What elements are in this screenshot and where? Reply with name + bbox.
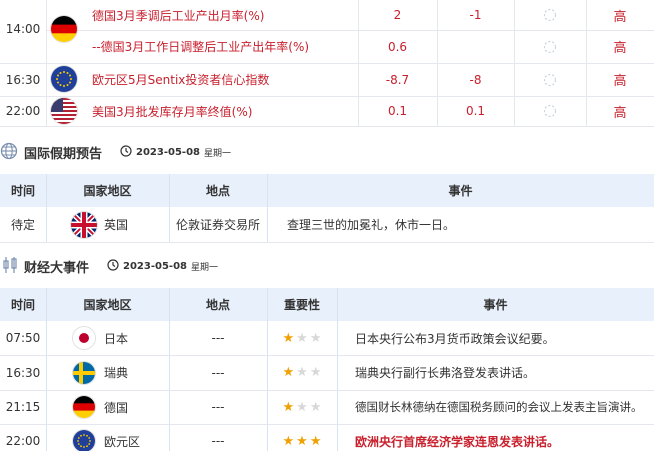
section-title: 财经大事件 [24,260,90,276]
star-empty-icon: ★ [309,365,322,380]
event-time: 22:00 [5,104,41,118]
column-header-time: 时间 [10,184,35,198]
column-header-place: 地点 [205,184,230,198]
importance-stars: ★ ★ ★ [267,390,337,424]
star-filled-icon: ★ [282,365,295,380]
event-time: 16:30 [5,72,41,87]
holiday-time: 待定 [10,218,35,232]
clock-icon [120,144,132,160]
importance-level: 高 [613,74,627,89]
events-section-header: 财经大事件 2023-05-08 星期一 [0,254,654,278]
star-filled-icon: ★ [282,399,295,415]
actual-value: 2 [393,8,402,22]
event-place: --- [211,365,225,380]
column-header-event: 事件 [448,184,473,198]
uk-flag-icon [71,212,97,238]
holiday-table-header: 时间 国家地区 地点 事件 [0,174,654,207]
event-region: 欧元区 [104,434,141,449]
event-time: 21:15 [5,400,41,414]
star-empty-icon: ★ [309,399,322,415]
section-weekday: 星期一 [190,262,218,273]
section-date: 2023-05-08 [136,146,200,158]
holiday-event: 查理三世的加冕礼，休市一日。 [287,218,456,232]
section-title: 国际假期预告 [24,146,103,162]
loading-spinner-icon [514,63,586,96]
indicator-title[interactable]: 德国3月季调后工业产出月率(%) [92,0,264,30]
actual-value: 0.6 [387,39,408,54]
event-time: 07:50 [5,331,41,345]
indicator-title[interactable]: 美国3月批发库存月率终值(%) [92,96,252,126]
loading-spinner-icon [514,0,586,30]
event-region: 德国 [104,400,129,415]
column-header-time: 时间 [10,298,35,312]
japan-flag-icon [73,327,95,349]
event-description: 欧洲央行首席经济学家连恩发表讲话。 [355,434,560,449]
event-region: 日本 [104,331,129,346]
column-header-place: 地点 [205,298,230,312]
star-filled-icon: ★ [296,433,308,449]
event-place: --- [211,434,225,448]
event-time: 16:30 [5,365,41,380]
eu-flag-icon [51,66,77,92]
star-filled-icon: ★ [309,433,322,449]
event-description: 德国财长林德纳在德国税务顾问的会议上发表主旨演讲。 [355,400,643,414]
star-filled-icon: ★ [282,330,295,346]
indicator-title[interactable]: --德国3月工作日调整后工业产出年率(%) [92,30,309,63]
column-header-region: 国家地区 [83,184,132,198]
event-time: 22:00 [5,434,41,448]
star-empty-icon: ★ [296,330,308,346]
importance-stars: ★ ★ ★ [267,424,337,451]
event-place: --- [211,331,225,345]
actual-value: 0.1 [387,104,408,118]
loading-spinner-icon [514,96,586,126]
star-empty-icon: ★ [296,399,308,415]
globe-icon [0,142,18,163]
event-region: 瑞典 [104,366,129,380]
germany-flag-icon [51,16,77,42]
importance-level: 高 [613,9,627,25]
event-description: 瑞典央行副行长弗洛登发表讲话。 [355,366,536,380]
event-place: --- [211,400,225,414]
actual-value: -8.7 [385,72,410,87]
star-empty-icon: ★ [309,330,322,346]
indicator-title[interactable]: 欧元区5月Sentix投资者信心指数 [92,63,269,96]
column-header-region: 国家地区 [83,298,132,312]
section-date: 2023-05-08 [123,260,187,272]
column-header-event: 事件 [483,298,508,312]
importance-level: 高 [613,105,627,121]
star-empty-icon: ★ [296,365,308,380]
forecast-value: -8 [469,72,482,87]
usa-flag-icon [51,98,77,124]
forecast-value: -1 [469,8,482,22]
event-description: 日本央行公布3月货币政策会议纪要。 [355,331,555,346]
forecast-value [437,30,514,63]
importance-level: 高 [613,41,627,56]
loading-spinner-icon [514,30,586,63]
clock-icon [107,258,119,274]
sweden-flag-icon [73,362,95,384]
star-filled-icon: ★ [282,433,295,449]
candlestick-icon [2,256,18,277]
section-weekday: 星期一 [203,148,231,159]
event-time: 14:00 [5,22,41,36]
events-table-header: 时间 国家地区 地点 重要性 事件 [0,288,654,321]
eu-flag-icon [73,430,95,451]
germany-flag-icon [73,396,95,418]
forecast-value: 0.1 [465,104,486,118]
holiday-place: 伦敦证券交易所 [175,218,260,232]
importance-stars: ★ ★ ★ [267,321,337,355]
holiday-region: 英国 [104,218,129,232]
column-header-importance: 重要性 [283,298,320,312]
holiday-section-header: 国际假期预告 2023-05-08 星期一 [0,140,654,164]
importance-stars: ★ ★ ★ [267,355,337,390]
